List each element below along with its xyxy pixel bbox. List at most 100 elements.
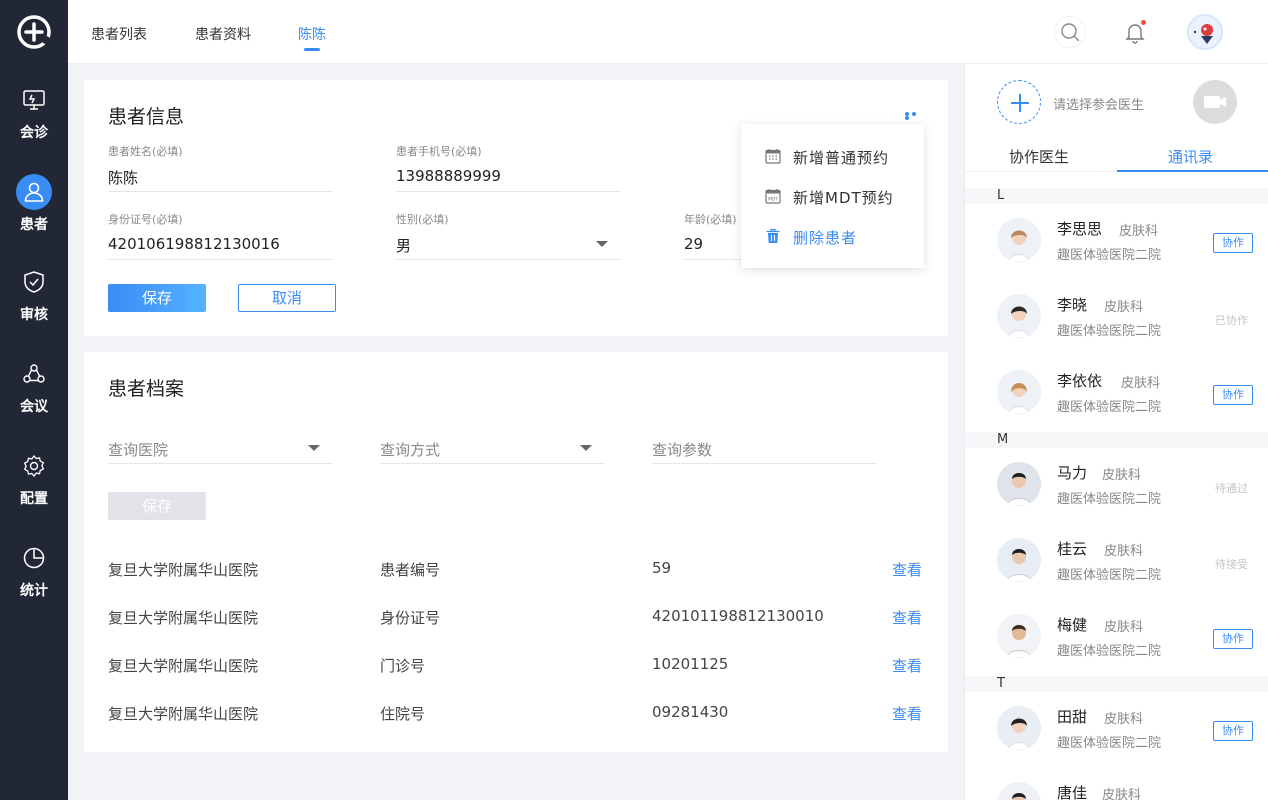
doctor-hospital: 趣医体验医院二院 — [1057, 248, 1162, 263]
dot — [912, 112, 916, 116]
menu-item-delete-patient[interactable]: 删除患者 — [741, 216, 924, 256]
avatar — [997, 538, 1041, 582]
menu-item-label: 新增普通预约 — [793, 149, 890, 167]
row-value: 59 — [652, 559, 672, 577]
calendar-mdt-icon: MDT — [765, 189, 781, 204]
group-header-m: M — [965, 432, 1268, 448]
method-select[interactable]: 查询方式 — [380, 439, 440, 460]
tab-collab-doctors[interactable]: 协作医生 — [1009, 146, 1069, 167]
list-item[interactable]: 梅健 皮肤科 趣医体验医院二院 协作 — [965, 600, 1268, 676]
list-item[interactable]: 桂云 皮肤科 趣医体验医院二院 待接受 — [965, 524, 1268, 600]
archive-save-button[interactable]: 保存 — [108, 492, 206, 520]
nav-item-consult[interactable]: 会诊 — [0, 88, 68, 168]
view-link[interactable]: 查看 — [892, 655, 922, 676]
chevron-down-icon[interactable] — [308, 445, 320, 451]
cancel-button[interactable]: 取消 — [238, 284, 336, 312]
hospital-select[interactable]: 查询医院 — [108, 439, 168, 460]
collaborate-button[interactable]: 协作 — [1213, 385, 1253, 405]
doctor-name: 马力 — [1057, 464, 1088, 482]
method-underline — [380, 463, 605, 464]
row-hospital: 复旦大学附属华山医院 — [108, 705, 259, 723]
user-avatar[interactable] — [1187, 14, 1223, 50]
tab-patient-profile[interactable]: 患者资料 — [195, 24, 251, 44]
list-item[interactable]: 唐佳 皮肤科 — [965, 768, 1268, 800]
menu-item-new-mdt-appointment[interactable]: MDT 新增MDT预约 — [741, 176, 924, 216]
list-item[interactable]: 李依依 皮肤科 趣医体验医院二院 协作 — [965, 356, 1268, 432]
pie-chart-icon — [23, 547, 45, 569]
avatar — [997, 706, 1041, 750]
group-header-t: T — [965, 676, 1268, 692]
name-underline — [108, 191, 333, 192]
list-item[interactable]: 李思思 皮肤科 趣医体验医院二院 协作 — [965, 204, 1268, 280]
chevron-down-icon[interactable] — [580, 445, 592, 451]
nav-item-patient[interactable]: 患者 — [0, 174, 68, 260]
id-number-field[interactable]: 420106198812130016 — [108, 235, 280, 253]
app-logo-icon[interactable] — [16, 14, 52, 50]
doctor-name: 李依依 — [1057, 372, 1103, 390]
name-field[interactable]: 陈陈 — [108, 167, 138, 188]
list-item[interactable]: 田甜 皮肤科 趣医体验医院二院 协作 — [965, 692, 1268, 768]
video-call-button[interactable] — [1193, 80, 1237, 124]
doctor-hospital: 趣医体验医院二院 — [1057, 324, 1162, 339]
top-bar: 患者列表 患者资料 陈陈 — [68, 0, 1268, 64]
doctor-dept: 皮肤科 — [1121, 376, 1161, 391]
more-options-button[interactable] — [905, 112, 925, 120]
doctor-photo — [997, 218, 1041, 262]
doctor-hospital: 趣医体验医院二院 — [1057, 400, 1162, 415]
list-item[interactable]: 马力 皮肤科 趣医体验医院二院 待通过 — [965, 448, 1268, 524]
search-icon[interactable] — [1054, 16, 1086, 48]
status-badge: 待接受 — [1215, 558, 1248, 571]
tab-current-patient[interactable]: 陈陈 — [298, 24, 326, 44]
sidebar: 会诊 患者 审核 会议 配置 统计 — [0, 0, 68, 800]
row-hospital: 复旦大学附属华山医院 — [108, 609, 259, 627]
patient-archive-title: 患者档案 — [108, 378, 185, 400]
select-doctor-hint: 请选择参会医生 — [1053, 98, 1145, 113]
doctor-photo — [997, 706, 1041, 750]
age-field[interactable]: 29 — [684, 235, 703, 253]
bell-icon[interactable] — [1119, 16, 1151, 48]
group-header-l: L — [965, 188, 1268, 204]
doctor-dept: 皮肤科 — [1102, 788, 1142, 800]
view-link[interactable]: 查看 — [892, 703, 922, 724]
chevron-down-icon[interactable] — [596, 241, 608, 247]
doctor-hospital: 趣医体验医院二院 — [1057, 736, 1162, 751]
menu-item-new-appointment[interactable]: 新增普通预约 — [741, 136, 924, 176]
avatar — [997, 294, 1041, 338]
list-item[interactable]: 李晓 皮肤科 趣医体验医院二院 已协作 — [965, 280, 1268, 356]
nav-item-config[interactable]: 配置 — [0, 454, 68, 534]
collaborate-button[interactable]: 协作 — [1213, 233, 1253, 253]
nav-item-label: 审核 — [20, 307, 48, 323]
doctor-name: 李晓 — [1057, 296, 1088, 314]
tab-contacts[interactable]: 通讯录 — [1168, 146, 1213, 167]
nav-item-audit[interactable]: 审核 — [0, 270, 68, 350]
menu-item-label: 新增MDT预约 — [793, 189, 894, 207]
param-input[interactable]: 查询参数 — [652, 439, 712, 460]
doctor-name: 李思思 — [1057, 220, 1103, 238]
gender-select[interactable]: 男 — [396, 235, 411, 256]
save-button[interactable]: 保存 — [108, 284, 206, 312]
row-value: 09281430 — [652, 703, 729, 721]
param-underline — [652, 463, 877, 464]
doctor-photo — [997, 538, 1041, 582]
collaborate-button[interactable]: 协作 — [1213, 629, 1253, 649]
view-link[interactable]: 查看 — [892, 607, 922, 628]
doctor-name: 田甜 — [1057, 708, 1088, 726]
doctor-hospital: 趣医体验医院二院 — [1057, 644, 1162, 659]
nav-item-meeting[interactable]: 会议 — [0, 362, 68, 442]
nav-item-label: 统计 — [20, 583, 48, 599]
doctor-dept: 皮肤科 — [1102, 468, 1142, 483]
avatar-image — [1189, 16, 1221, 48]
menu-item-label: 删除患者 — [793, 229, 858, 247]
doctor-photo — [997, 614, 1041, 658]
hospital-underline — [108, 463, 333, 464]
nav-item-label: 配置 — [20, 491, 48, 507]
tab-patient-list[interactable]: 患者列表 — [91, 24, 147, 44]
trash-icon — [766, 228, 780, 243]
phone-field[interactable]: 13988889999 — [396, 167, 501, 185]
collaborate-button[interactable]: 协作 — [1213, 721, 1253, 741]
nav-item-stats[interactable]: 统计 — [0, 546, 68, 626]
doctor-photo — [997, 462, 1041, 506]
row-type: 身份证号 — [380, 609, 441, 627]
add-doctor-button[interactable] — [997, 80, 1041, 124]
view-link[interactable]: 查看 — [892, 559, 922, 580]
